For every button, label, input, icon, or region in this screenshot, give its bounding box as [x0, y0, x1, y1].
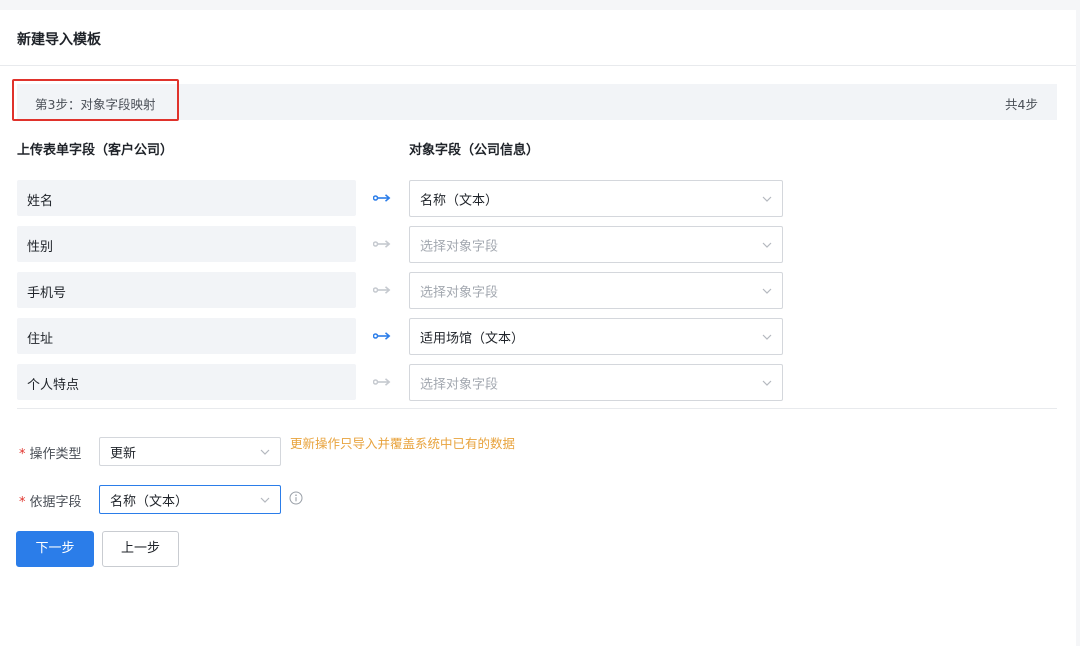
- basis-field-label: * 依据字段: [19, 491, 82, 510]
- chevron-down-icon: [762, 380, 772, 386]
- target-field-select[interactable]: 选择对象字段: [409, 226, 783, 263]
- target-field-select[interactable]: 选择对象字段: [409, 364, 783, 401]
- basis-field-label-text: 依据字段: [29, 495, 82, 510]
- source-field: 个人特点: [17, 364, 356, 400]
- target-field-select[interactable]: 名称（文本）: [409, 180, 783, 217]
- page-title: 新建导入模板: [17, 32, 101, 48]
- required-mark: *: [19, 495, 26, 510]
- previous-step-button[interactable]: 上一步: [102, 531, 179, 567]
- target-field-value: 名称（文本）: [420, 193, 499, 208]
- section-divider: [17, 408, 1057, 409]
- basis-field-value: 名称（文本）: [110, 494, 189, 509]
- target-field-placeholder: 选择对象字段: [420, 239, 499, 254]
- link-arrow-icon: [373, 378, 391, 386]
- chevron-down-icon: [762, 288, 772, 294]
- source-field: 手机号: [17, 272, 356, 308]
- target-column-header: 对象字段（公司信息）: [409, 143, 540, 158]
- step-bar: 第3步：对象字段映射 共4步: [17, 84, 1057, 120]
- source-field: 住址: [17, 318, 356, 354]
- link-arrow-icon: [373, 194, 391, 202]
- source-field: 姓名: [17, 180, 356, 216]
- source-column-header: 上传表单字段（客户公司）: [17, 143, 174, 158]
- target-field-value: 适用场馆（文本）: [420, 331, 525, 346]
- operation-type-label: * 操作类型: [19, 443, 82, 462]
- target-field-select[interactable]: 选择对象字段: [409, 272, 783, 309]
- operation-hint: 更新操作只导入并覆盖系统中已有的数据: [290, 436, 516, 451]
- source-field-label: 手机号: [27, 286, 67, 301]
- source-field: 性别: [17, 226, 356, 262]
- next-step-button[interactable]: 下一步: [16, 531, 94, 567]
- source-field-label: 性别: [27, 240, 54, 255]
- link-arrow-icon: [373, 332, 391, 340]
- step-total: 共4步: [1005, 97, 1038, 112]
- chevron-down-icon: [762, 196, 772, 202]
- chevron-down-icon: [762, 334, 772, 340]
- basis-field-select[interactable]: 名称（文本）: [99, 485, 281, 514]
- operation-type-select[interactable]: 更新: [99, 437, 281, 466]
- operation-type-value: 更新: [110, 446, 137, 461]
- source-field-label: 个人特点: [27, 378, 80, 393]
- source-field-label: 住址: [27, 332, 54, 347]
- link-arrow-icon: [373, 286, 391, 294]
- chevron-down-icon: [762, 242, 772, 248]
- chevron-down-icon: [260, 497, 270, 503]
- chevron-down-icon: [260, 449, 270, 455]
- info-circle-icon[interactable]: [289, 491, 303, 505]
- target-field-select[interactable]: 适用场馆（文本）: [409, 318, 783, 355]
- required-mark: *: [19, 447, 26, 462]
- title-divider: [0, 65, 1076, 66]
- link-arrow-icon: [373, 240, 391, 248]
- step-current: 第3步：对象字段映射: [35, 97, 156, 112]
- source-field-label: 姓名: [27, 194, 54, 209]
- target-field-placeholder: 选择对象字段: [420, 285, 499, 300]
- target-field-placeholder: 选择对象字段: [420, 377, 499, 392]
- operation-type-label-text: 操作类型: [29, 447, 82, 462]
